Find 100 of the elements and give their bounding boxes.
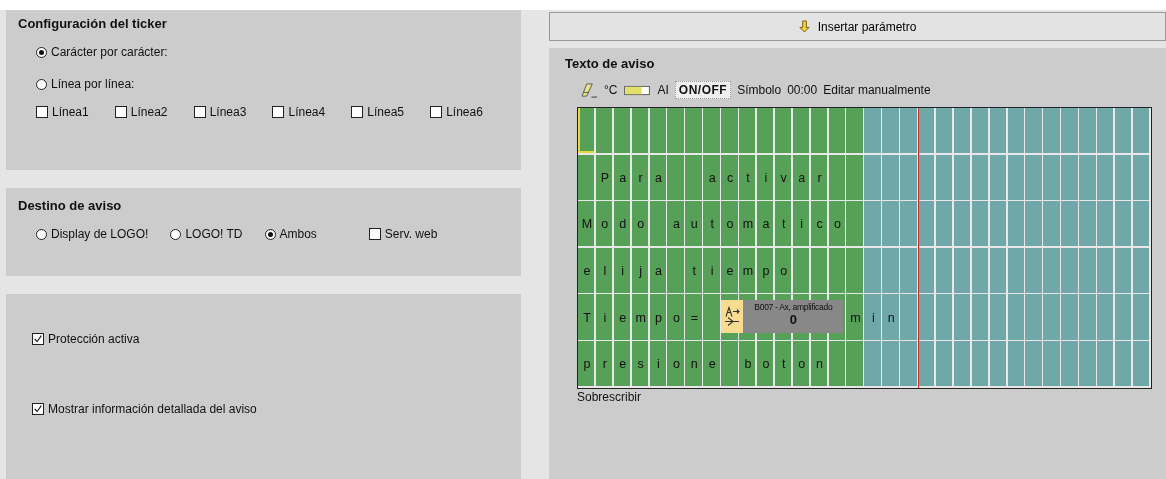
display-character: m — [741, 264, 755, 279]
display-character: n — [886, 310, 896, 325]
radio-label: LOGO! TD — [185, 227, 243, 241]
display-character: v — [779, 170, 788, 185]
display-character: j — [638, 264, 643, 279]
toolbar-button[interactable]: ON/OFF — [674, 81, 732, 99]
display-character: T — [582, 310, 592, 325]
radio-button[interactable] — [36, 46, 47, 58]
section-title: Texto de aviso — [565, 56, 656, 71]
display-character: p — [582, 357, 592, 372]
display-character: c — [725, 170, 735, 185]
display-character: e — [618, 310, 628, 325]
radio-button[interactable] — [264, 228, 276, 240]
toolbar-button[interactable]: °C — [604, 82, 618, 98]
display-character: p — [761, 264, 771, 279]
toolbar-button[interactable]: Editar manualmente — [823, 82, 931, 98]
checkbox-label: Línea6 — [446, 105, 483, 119]
checkbox[interactable] — [430, 106, 443, 118]
display-character: r — [637, 170, 644, 185]
display-character: e — [618, 357, 628, 372]
display-character: p — [654, 310, 663, 325]
display-character: i — [763, 170, 769, 185]
display-character: i — [709, 264, 715, 279]
display-character: a — [618, 170, 628, 185]
checkbox[interactable] — [272, 106, 285, 118]
display-character: s — [636, 357, 645, 372]
checkbox[interactable] — [368, 228, 381, 240]
display-character: i — [620, 264, 626, 279]
eraser-icon[interactable] — [581, 82, 598, 98]
toolbar-button[interactable]: Símbolo — [737, 82, 782, 98]
display-character: m — [634, 310, 647, 325]
display-character: o — [797, 357, 807, 372]
radio-option[interactable]: Carácter por carácter: — [36, 45, 509, 59]
checkbox-label: Línea3 — [209, 105, 247, 119]
display-character: e — [707, 357, 717, 372]
display-character: o — [671, 357, 681, 372]
display-character: o — [779, 264, 789, 279]
display-character: e — [582, 264, 592, 279]
display-grid[interactable]: P a r a a c t i v a r M o d o a u t o m a t i c o e l i j a t i e m p o T i e m p o = B007 - Ax, amplificado 0 m i n p r e s i o n e b o t o n — [577, 107, 1152, 389]
toolbar-button[interactable]: 00:00 — [787, 82, 818, 98]
parameter-icon — [721, 300, 744, 334]
section-title: Destino de aviso — [18, 198, 123, 213]
display-character: P — [599, 170, 610, 185]
display-character: e — [725, 264, 735, 279]
insert-parameter-button[interactable]: Insertar parámetro — [549, 12, 1166, 41]
radio-button[interactable] — [36, 228, 47, 240]
checkbox[interactable] — [36, 106, 48, 118]
display-character: o — [671, 310, 681, 325]
display-character: o — [832, 217, 842, 232]
display-character: a — [707, 170, 717, 185]
display-character: r — [816, 170, 823, 185]
display-character: t — [781, 357, 787, 372]
display-character: m — [741, 217, 755, 232]
radio-label: Ambos — [279, 227, 317, 241]
display-character: t — [781, 217, 787, 232]
checkbox-label: Línea5 — [367, 105, 404, 119]
display-character: c — [815, 217, 824, 232]
down-arrow-icon — [798, 20, 810, 33]
display-character: M — [580, 217, 594, 232]
display-character: d — [618, 217, 628, 232]
display-character: a — [761, 217, 771, 232]
checkbox-label: Línea4 — [288, 105, 326, 119]
display-character: a — [671, 217, 681, 232]
display-character: a — [797, 170, 807, 185]
checkbox-label: Protección activa — [48, 332, 140, 346]
checkbox[interactable] — [32, 333, 44, 345]
display-character: r — [601, 357, 608, 372]
display-character: i — [799, 217, 804, 232]
radio-label: Línea por línea: — [51, 77, 135, 91]
edit-mode-label: Sobrescribir — [577, 389, 643, 404]
display-character: i — [656, 357, 661, 372]
display-character: m — [849, 310, 862, 325]
display-character: t — [709, 217, 715, 232]
display-character: l — [602, 264, 608, 279]
checkbox[interactable] — [32, 403, 44, 415]
display-character: o — [761, 357, 771, 372]
checkbox-label: Serv. web — [384, 227, 438, 241]
bar-graph-icon[interactable] — [623, 84, 652, 96]
parameter-block[interactable]: B007 - Ax, amplificado 0 — [743, 300, 844, 334]
display-character: n — [815, 357, 824, 372]
checkbox-label: Línea2 — [130, 105, 168, 119]
radio-option[interactable]: Línea por línea: — [36, 77, 509, 91]
display-character: i — [602, 310, 608, 325]
toolbar-button[interactable]: AI — [657, 82, 669, 98]
display-character: a — [654, 170, 663, 185]
checkbox[interactable] — [114, 106, 127, 118]
display-character: o — [636, 217, 646, 232]
radio-button[interactable] — [36, 78, 47, 90]
radio-button[interactable] — [170, 228, 182, 240]
checkbox[interactable] — [351, 106, 364, 118]
checkbox-label: Línea1 — [52, 105, 89, 119]
display-character: o — [600, 217, 610, 232]
display-character: n — [689, 357, 699, 372]
display-character: b — [743, 357, 753, 372]
section-title: Configuración del ticker — [18, 16, 168, 31]
display-character: o — [725, 217, 735, 232]
radio-label: Carácter por carácter: — [51, 45, 168, 59]
display-character: i — [870, 310, 876, 325]
checkbox[interactable] — [193, 106, 206, 118]
checkbox-label: Mostrar información detallada del aviso — [48, 402, 257, 416]
